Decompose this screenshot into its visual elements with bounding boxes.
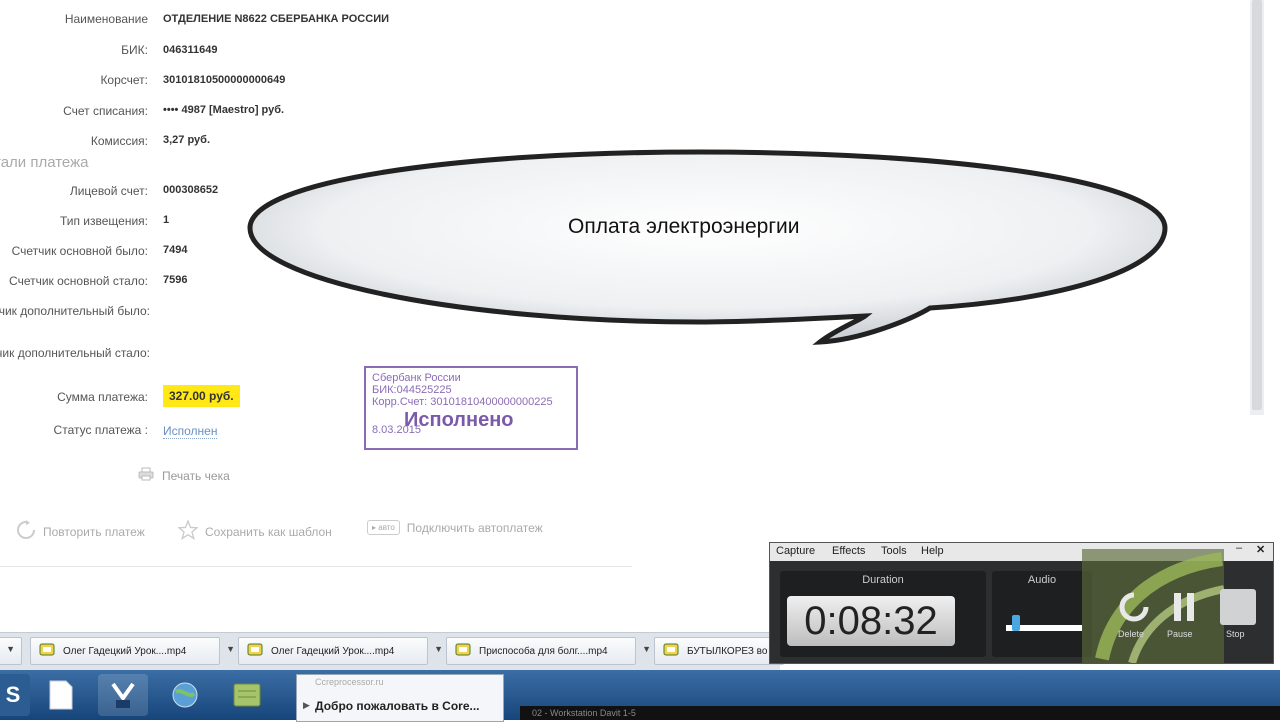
status-link[interactable]: Исполнен xyxy=(163,424,218,439)
popup-subtitle: Ccreprocessor.ru xyxy=(315,677,384,687)
menu-effects[interactable]: Effects xyxy=(832,545,865,557)
status-label: Статус платежа : xyxy=(53,423,148,437)
print-receipt-link[interactable]: Печать чека xyxy=(138,467,230,484)
menu-help[interactable]: Help xyxy=(921,545,944,557)
field-value-bik: 046311649 xyxy=(163,44,218,56)
field-value-notice-type: 1 xyxy=(163,214,170,226)
taskbar-document-icon[interactable] xyxy=(36,674,86,716)
delete-button[interactable] xyxy=(1116,589,1152,625)
menu-tools[interactable]: Tools xyxy=(881,545,907,557)
download-name-4: БУТЫЛКОРЕЗ во xyxy=(687,645,768,657)
video-file-icon xyxy=(39,642,55,661)
divider xyxy=(0,566,632,567)
duration-panel: Duration 0:08:32 xyxy=(780,571,986,657)
field-label-name: Наименование xyxy=(64,12,148,26)
download-tab-1[interactable]: Олег Гадецкий Урок....mp4 ▼ xyxy=(30,637,235,665)
delete-label: Delete xyxy=(1118,629,1145,639)
screen-recorder-widget: Capture Effects Tools Help – ✕ Duration … xyxy=(769,542,1274,664)
field-label-korschet: Корсчет: xyxy=(100,73,148,87)
star-icon xyxy=(177,519,199,543)
sum-value: 327.00 руб. xyxy=(163,385,240,407)
field-value-meter-main-before: 7494 xyxy=(163,244,188,256)
field-value-commission: 3,27 руб. xyxy=(163,134,211,146)
chevron-down-icon[interactable]: ▼ xyxy=(642,644,651,654)
download-name-1: Олег Гадецкий Урок....mp4 xyxy=(63,645,187,657)
field-value-name: ОТДЕЛЕНИЕ N8622 СБЕРБАНКА РОССИИ xyxy=(163,13,390,25)
sum-label: Сумма платежа: xyxy=(57,390,148,404)
popup-title: Добро пожаловать в Core... xyxy=(315,699,480,713)
play-arrow-icon: ▶ xyxy=(303,700,310,710)
video-file-icon xyxy=(247,642,263,661)
audio-panel: Audio xyxy=(992,571,1092,657)
downloads-shelf: ▼ Олег Гадецкий Урок....mp4 ▼ Олег Гадец… xyxy=(0,632,784,671)
menu-capture[interactable]: Capture xyxy=(776,545,815,557)
page-scrollbar[interactable] xyxy=(1250,0,1264,415)
scrollbar-thumb[interactable] xyxy=(1252,0,1262,410)
swirl-logo-icon xyxy=(1082,549,1224,663)
pause-button[interactable] xyxy=(1166,589,1202,625)
callout-text: Оплата электроэнергии xyxy=(568,215,800,238)
auto-badge: ▸ авто xyxy=(367,520,400,535)
section-title-payment-details: тали платежа xyxy=(0,154,89,171)
printer-icon xyxy=(138,467,154,484)
field-label-notice-type: Тип извещения: xyxy=(59,214,148,228)
save-template-button[interactable]: Сохранить как шаблон xyxy=(177,519,332,543)
field-label-bik: БИК: xyxy=(121,43,148,57)
auto-badge-label: авто xyxy=(378,523,395,532)
pause-label: Pause xyxy=(1167,629,1193,639)
dark-window-strip: 02 - Workstation Davit 1-5 xyxy=(520,706,1280,720)
taskbar-app-icon[interactable] xyxy=(98,674,148,716)
download-tab-2[interactable]: Олег Гадецкий Урок....mp4 ▼ xyxy=(238,637,443,665)
download-tab-4[interactable]: БУТЫЛКОРЕЗ во xyxy=(654,637,784,665)
minimize-icon[interactable]: – xyxy=(1236,542,1242,554)
field-value-personal-account: 000308652 xyxy=(163,184,219,196)
stamp-corr-account: Корр.Счет: 30101810400000000225 xyxy=(372,396,553,408)
pause-icon xyxy=(1174,593,1194,621)
repeat-payment-label: Повторить платеж xyxy=(43,524,145,539)
bank-stamp: Сбербанк России БИК:044525225 Корр.Счет:… xyxy=(364,366,578,450)
stamp-bik: БИК:044525225 xyxy=(372,384,452,396)
video-file-icon xyxy=(663,642,679,661)
close-icon[interactable]: ✕ xyxy=(1256,543,1265,556)
repeat-icon xyxy=(16,520,36,543)
duration-label: Duration xyxy=(862,574,904,586)
field-label-meter-main-before: Счетчик основной было: xyxy=(11,244,148,258)
field-label-personal-account: Лицевой счет: xyxy=(69,184,148,198)
field-value-korschet: 30101810500000000649 xyxy=(163,74,286,86)
stamp-bank-name: Сбербанк России xyxy=(372,372,461,384)
audio-volume-slider[interactable] xyxy=(1012,615,1020,631)
taskbar-notes-icon[interactable] xyxy=(222,674,272,716)
taskbar-globe-icon[interactable] xyxy=(160,674,210,716)
audio-label: Audio xyxy=(1027,574,1057,586)
download-tab-partial[interactable]: ▼ xyxy=(0,637,22,665)
field-label-account: Счет списания: xyxy=(63,104,148,118)
field-label-meter-extra-before: Счетчик дополнительный было: xyxy=(0,304,150,318)
chevron-down-icon[interactable]: ▼ xyxy=(434,644,443,654)
field-label-meter-extra-after: Счетчик дополнительный стало: xyxy=(0,346,150,360)
stop-label: Stop xyxy=(1226,629,1245,639)
print-receipt-label: Печать чека xyxy=(162,468,230,483)
save-template-label: Сохранить как шаблон xyxy=(205,524,332,539)
chevron-down-icon[interactable]: ▼ xyxy=(6,644,15,654)
video-file-icon xyxy=(455,642,471,661)
field-label-commission: Комиссия: xyxy=(90,134,148,148)
taskbar-skype-icon[interactable]: S xyxy=(0,674,30,716)
field-label-meter-main-after: Счетчик основной стало: xyxy=(9,274,148,288)
field-value-meter-main-after: 7596 xyxy=(163,274,188,286)
field-value-account: •••• 4987 [Maestro] руб. xyxy=(163,104,285,116)
dark-window-title: 02 - Workstation Davit 1-5 xyxy=(532,708,636,718)
repeat-payment-button[interactable]: Повторить платеж xyxy=(16,520,145,543)
autopay-button[interactable]: ▸ авто Подключить автоплатеж xyxy=(367,520,543,535)
download-tab-3[interactable]: Приспособа для болг....mp4 ▼ xyxy=(446,637,651,665)
refresh-icon xyxy=(1119,592,1149,622)
download-name-2: Олег Гадецкий Урок....mp4 xyxy=(271,645,395,657)
callout-bubble xyxy=(247,149,1168,345)
taskbar-popup[interactable]: Ccreprocessor.ru ▶ Добро пожаловать в Co… xyxy=(296,674,504,722)
stop-button[interactable] xyxy=(1220,589,1256,625)
chevron-down-icon[interactable]: ▼ xyxy=(226,644,235,654)
duration-display: 0:08:32 xyxy=(787,596,955,646)
autopay-label: Подключить автоплатеж xyxy=(406,520,543,535)
download-name-3: Приспособа для болг....mp4 xyxy=(479,645,608,657)
